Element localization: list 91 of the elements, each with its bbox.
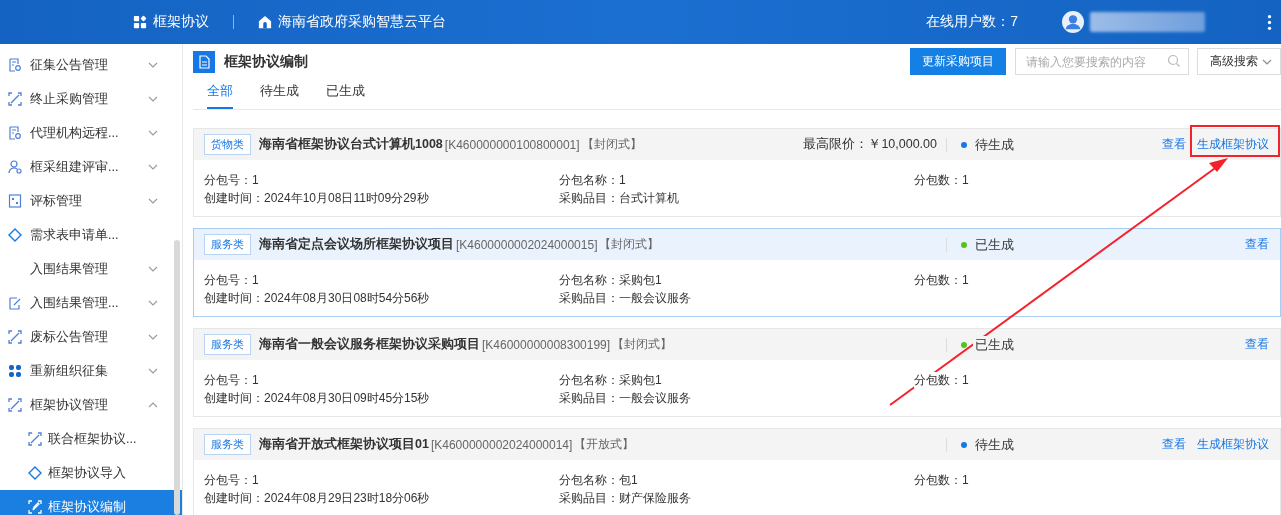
app-grid-icon bbox=[133, 15, 147, 29]
tab[interactable]: 待生成 bbox=[260, 82, 299, 109]
sidebar-item[interactable]: 框架协议导入 bbox=[0, 456, 174, 490]
detail-text: 创建时间：2024年08月29日23时18分06秒 bbox=[204, 490, 432, 506]
grid-doc-icon bbox=[8, 194, 22, 208]
sidebar-item[interactable]: 联合框架协议... bbox=[0, 422, 174, 456]
status-label: 已生成 bbox=[973, 235, 1016, 254]
detail-text: 分包数：1 bbox=[914, 272, 971, 288]
detail-text: 分包号：1 bbox=[204, 172, 261, 188]
grid-icon bbox=[8, 364, 22, 378]
sidebar-item[interactable]: 需求表申请单... bbox=[0, 218, 174, 252]
detail-text: 采购品目：财产保险服务 bbox=[559, 490, 693, 506]
detail-text: 分包号：1 bbox=[204, 472, 261, 488]
category-tag: 服务类 bbox=[204, 234, 251, 255]
edit-frame-icon bbox=[28, 500, 42, 514]
chevron-down-icon bbox=[1262, 58, 1272, 65]
detail-text: 分包号：1 bbox=[204, 272, 261, 288]
frame-icon bbox=[28, 432, 42, 446]
detail-text: 采购品目：一般会议服务 bbox=[559, 290, 693, 306]
detail-text: 创建时间：2024年10月08日11时09分29秒 bbox=[204, 190, 431, 206]
sidebar-item[interactable]: 终止采购管理 bbox=[0, 82, 174, 116]
sidebar-item[interactable]: 入围结果管理... bbox=[0, 286, 174, 320]
detail-text: 创建时间：2024年08月30日08时54分56秒 bbox=[204, 290, 432, 306]
project-title: 海南省框架协议台式计算机1008 bbox=[259, 136, 443, 153]
tab[interactable]: 全部 bbox=[207, 82, 233, 109]
sidebar-item[interactable]: 框采组建评审... bbox=[0, 150, 174, 184]
detail-text: 创建时间：2024年08月30日09时45分15秒 bbox=[204, 390, 432, 406]
detail-text: 分包数：1 bbox=[914, 172, 971, 188]
procurement-mode: 【封闭式】 bbox=[612, 336, 673, 353]
tab[interactable]: 已生成 bbox=[326, 82, 365, 109]
more-icon[interactable] bbox=[1267, 13, 1272, 31]
update-button[interactable]: 更新采购项目 bbox=[910, 48, 1006, 75]
sidebar-item[interactable]: 评标管理 bbox=[0, 184, 174, 218]
project-title: 海南省定点会议场所框架协议项目 bbox=[259, 236, 454, 253]
detail-text: 分包号：1 bbox=[204, 372, 261, 388]
detail-text: 分包名称：采购包1 bbox=[559, 272, 664, 288]
diamond-icon bbox=[28, 466, 42, 480]
detail-text: 分包名称：采购包1 bbox=[559, 372, 664, 388]
category-tag: 服务类 bbox=[204, 334, 251, 355]
project-title: 海南省一般会议服务框架协议采购项目 bbox=[259, 336, 480, 353]
detail-text: 分包名称：1 bbox=[559, 172, 628, 188]
search-field[interactable]: 请输入您要搜索的内容 bbox=[1015, 48, 1189, 75]
frame-icon bbox=[8, 92, 22, 106]
frame-icon bbox=[8, 330, 22, 344]
project-code: [K4600000002024000014] bbox=[430, 437, 573, 452]
procurement-mode: 【封闭式】 bbox=[581, 136, 642, 153]
action-link[interactable]: 查看 bbox=[1162, 136, 1186, 153]
detail-text: 采购品目：一般会议服务 bbox=[559, 390, 693, 406]
action-link[interactable]: 查看 bbox=[1245, 236, 1269, 253]
sidebar-item[interactable]: 入围结果管理 bbox=[0, 252, 174, 286]
document-icon bbox=[193, 50, 215, 73]
sidebar-item[interactable]: 代理机构远程... bbox=[0, 116, 174, 150]
online-users: 在线用户数：7 bbox=[926, 13, 1018, 31]
platform-name: 海南省政府采购智慧云平台 bbox=[278, 13, 446, 31]
doc-gear-icon bbox=[8, 58, 22, 72]
scrollbar[interactable] bbox=[174, 240, 180, 515]
action-link[interactable]: 生成框架协议 bbox=[1197, 136, 1269, 153]
detail-text: 分包名称：包1 bbox=[559, 472, 640, 488]
person-icon bbox=[8, 160, 22, 174]
status-label: 待生成 bbox=[973, 435, 1016, 454]
procurement-mode: 【封闭式】 bbox=[599, 236, 660, 253]
detail-text: 分包数：1 bbox=[914, 372, 971, 388]
action-link[interactable]: 查看 bbox=[1245, 336, 1269, 353]
sidebar-item[interactable]: 重新组织征集 bbox=[0, 354, 174, 388]
sidebar-item[interactable]: 征集公告管理 bbox=[0, 48, 174, 82]
detail-text: 采购品目：台式计算机 bbox=[559, 190, 681, 206]
app-title: 框架协议 bbox=[153, 13, 209, 31]
detail-text: 分包数：1 bbox=[914, 472, 971, 488]
category-tag: 服务类 bbox=[204, 434, 251, 455]
doc-gear-icon bbox=[8, 126, 22, 140]
frame-icon bbox=[8, 398, 22, 412]
project-code: [K4600000002024000015] bbox=[456, 237, 598, 252]
sidebar-item[interactable]: 废标公告管理 bbox=[0, 320, 174, 354]
procurement-mode: 【开放式】 bbox=[574, 436, 635, 453]
price-limit: 最高限价：￥10,000.00 bbox=[803, 136, 937, 153]
sidebar-item[interactable]: 框架协议管理 bbox=[0, 388, 174, 422]
advanced-search-dropdown[interactable]: 高级搜索 bbox=[1197, 48, 1281, 75]
home-icon[interactable] bbox=[258, 15, 272, 29]
edit-doc-icon bbox=[8, 296, 22, 310]
sidebar-item[interactable]: 框架协议编制 bbox=[0, 490, 182, 515]
page-title: 框架协议编制 bbox=[224, 52, 308, 71]
category-tag: 货物类 bbox=[204, 134, 251, 155]
diamond-icon bbox=[8, 228, 22, 242]
project-code: [K46000000008300199] bbox=[482, 337, 611, 352]
project-title: 海南省开放式框架协议项目01 bbox=[259, 436, 429, 453]
action-link[interactable]: 查看 bbox=[1162, 436, 1186, 453]
status-label: 已生成 bbox=[973, 335, 1016, 354]
action-link[interactable]: 生成框架协议 bbox=[1197, 436, 1269, 453]
project-code: [K460000000100800001] bbox=[444, 137, 580, 152]
status-label: 待生成 bbox=[973, 135, 1016, 154]
avatar-icon[interactable] bbox=[1062, 11, 1084, 33]
